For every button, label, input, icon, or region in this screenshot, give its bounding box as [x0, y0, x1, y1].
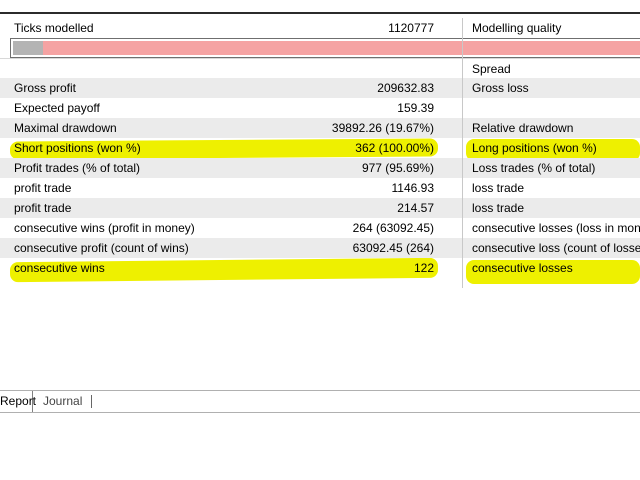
tab-journal-label: Journal	[43, 394, 83, 408]
table-row: Gross profit 209632.83 Gross loss	[0, 78, 640, 98]
tab-report-label: Report	[0, 394, 37, 408]
table-row: Short positions (won %) 362 (100.00%) Lo…	[0, 138, 640, 158]
row-right-label: loss trade	[472, 201, 525, 215]
row-value: 63092.45 (264)	[352, 241, 434, 255]
row-label: consecutive wins	[14, 261, 105, 275]
table-row: profit trade 214.57 loss trade	[0, 198, 640, 218]
row-label: Profit trades (% of total)	[14, 161, 141, 175]
column-divider	[462, 18, 463, 288]
row-value: 209632.83	[377, 81, 434, 95]
row-right-label: Long positions (won %)	[472, 141, 597, 155]
row-label: Short positions (won %)	[14, 141, 141, 155]
row-label: profit trade	[14, 181, 72, 195]
row-label: consecutive wins (profit in money)	[14, 221, 195, 235]
row-label: Gross profit	[14, 81, 77, 95]
table-row: Spread	[0, 58, 640, 79]
table-row: consecutive profit (count of wins) 63092…	[0, 238, 640, 258]
table-row: consecutive wins 122 consecutive losses	[0, 258, 640, 278]
row-right-label: consecutive losses	[472, 261, 573, 275]
tabs-bottom-border	[0, 412, 640, 413]
row-label: consecutive profit (count of wins)	[14, 241, 189, 255]
row-value: 1120777	[388, 21, 434, 35]
row-label: Expected payoff	[14, 101, 100, 115]
tab-separator	[91, 395, 92, 408]
row-value: 1146.93	[391, 181, 435, 195]
tab-journal[interactable]: Journal	[43, 391, 82, 412]
row-right-label: consecutive loss (count of losses)	[472, 241, 640, 255]
tabs-top-border	[0, 390, 640, 391]
tab-report[interactable]: Report	[0, 391, 37, 412]
row-right-label: consecutive losses (loss in money)	[472, 221, 640, 235]
row-right-label: Relative drawdown	[472, 121, 574, 135]
modelling-quality-remainder	[43, 41, 640, 55]
row-right-label: Modelling quality	[472, 21, 562, 35]
row-value: 362 (100.00%)	[355, 141, 434, 155]
row-right-label: Spread	[472, 62, 511, 76]
row-label: profit trade	[14, 201, 72, 215]
row-value: 39892.26 (19.67%)	[331, 121, 434, 135]
table-row: Expected payoff 159.39	[0, 98, 640, 118]
row-label: Maximal drawdown	[14, 121, 117, 135]
table-row: Maximal drawdown 39892.26 (19.67%) Relat…	[0, 118, 640, 138]
row-value: 159.39	[397, 101, 434, 115]
table-row: Ticks modelled 1120777 Modelling quality	[0, 18, 640, 38]
table-row: profit trade 1146.93 loss trade	[0, 178, 640, 198]
table-row: consecutive wins (profit in money) 264 (…	[0, 218, 640, 238]
modelling-quality-bar	[10, 38, 640, 58]
row-right-label: Gross loss	[472, 81, 529, 95]
row-value: 122	[413, 261, 434, 275]
table-row: Profit trades (% of total) 977 (95.69%) …	[0, 158, 640, 178]
row-value: 214.57	[397, 201, 434, 215]
row-right-label: loss trade	[472, 181, 525, 195]
row-right-label: Loss trades (% of total)	[472, 161, 596, 175]
row-value: 977 (95.69%)	[361, 161, 434, 175]
modelling-quality-fill	[13, 41, 43, 55]
row-value: 264 (63092.45)	[352, 221, 434, 235]
report-top-border	[0, 12, 640, 14]
row-label: Ticks modelled	[14, 21, 94, 35]
